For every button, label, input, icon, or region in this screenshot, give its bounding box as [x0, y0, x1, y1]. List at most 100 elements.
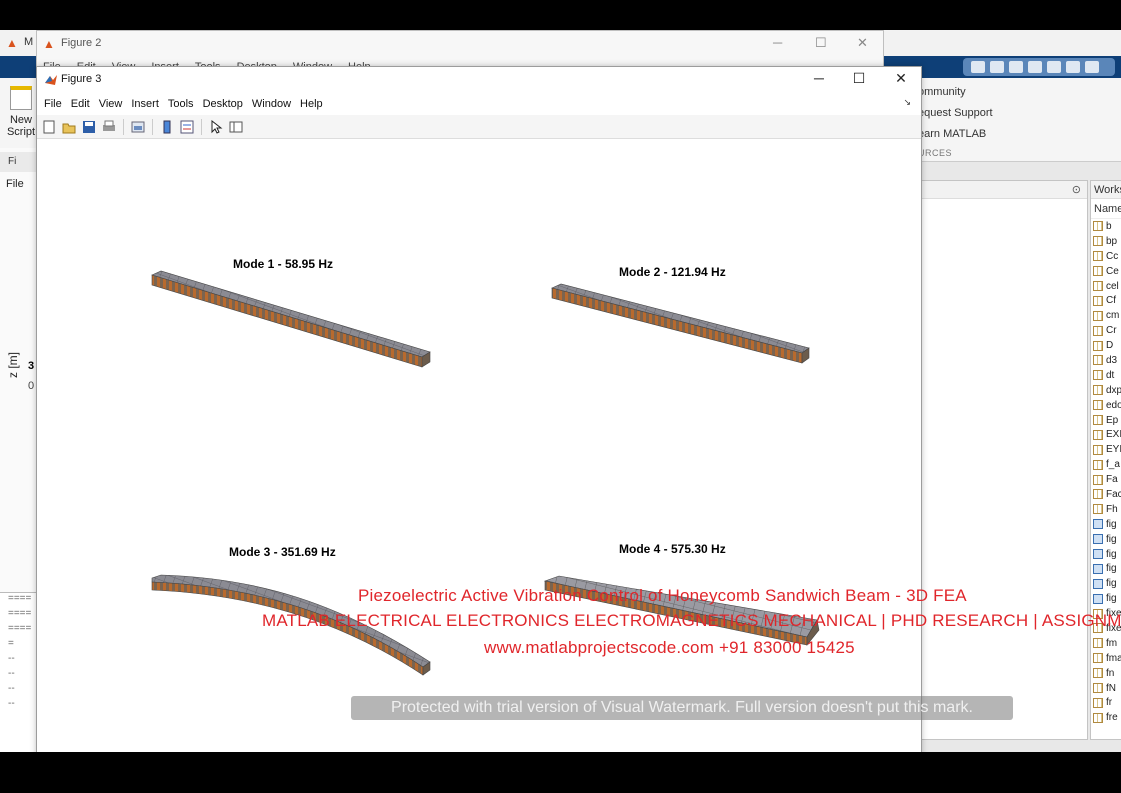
workspace-variable[interactable]: fig: [1091, 561, 1121, 576]
workspace-variable[interactable]: Cf: [1091, 293, 1121, 308]
qat-copy-icon[interactable]: [990, 61, 1004, 73]
menu-help[interactable]: Help: [297, 98, 327, 110]
workspace-variable-name: fma: [1106, 652, 1121, 664]
workspace-variable[interactable]: fr: [1091, 696, 1121, 711]
qat-layout-icon[interactable]: [1047, 61, 1061, 73]
matlab-left-panel: Fi File 3 0 z [m] ==== ==== ==== = -- --…: [0, 148, 38, 752]
workspace-variable[interactable]: Ep: [1091, 413, 1121, 428]
workspace-variable[interactable]: EYI: [1091, 442, 1121, 457]
workspace-variable[interactable]: Fh: [1091, 502, 1121, 517]
workspace-variable[interactable]: cm: [1091, 308, 1121, 323]
property-inspector-icon[interactable]: [228, 119, 244, 135]
workspace-variable[interactable]: edo: [1091, 398, 1121, 413]
figure-canvas[interactable]: Mode 1 - 58.95 Hz Mode 2 - 121.94 Hz Mod…: [37, 140, 921, 752]
workspace-variable[interactable]: Cr: [1091, 323, 1121, 338]
new-figure-icon[interactable]: [41, 119, 57, 135]
qat-settings-icon[interactable]: [1085, 61, 1099, 73]
workspace-variable[interactable]: fN: [1091, 681, 1121, 696]
workspace-variable-name: fN: [1106, 682, 1116, 694]
menu-desktop[interactable]: Desktop: [200, 98, 247, 110]
command-line: --: [8, 683, 15, 694]
workspace-variable-name: fig: [1106, 533, 1117, 545]
figure-3-titlebar[interactable]: Figure 3 ─ ☐ ✕: [37, 67, 921, 93]
workspace-variable[interactable]: d3: [1091, 353, 1121, 368]
menu-window[interactable]: Window: [249, 98, 295, 110]
workspace-variable[interactable]: fig: [1091, 532, 1121, 547]
fig2-maximize-icon[interactable]: ☐: [815, 35, 827, 51]
qat-redo-icon[interactable]: [1028, 61, 1042, 73]
link-plot-icon[interactable]: [130, 119, 146, 135]
panel-options-icon[interactable]: ⊙: [1072, 183, 1081, 196]
screen: ▲ M New Script ommunity equest Support e…: [0, 30, 1121, 752]
workspace-variable[interactable]: D: [1091, 338, 1121, 353]
watermark-line-1: Piezoelectric Active Vibration Control o…: [358, 586, 967, 605]
workspace-variable[interactable]: fma: [1091, 651, 1121, 666]
figure-variable-icon: [1093, 593, 1103, 604]
edit-plot-icon[interactable]: [208, 119, 224, 135]
fig2-minimize-icon[interactable]: ─: [773, 35, 782, 50]
workspace-variable[interactable]: f_a: [1091, 457, 1121, 472]
workspace-variable[interactable]: cel: [1091, 279, 1121, 294]
workspace-variable-name: EXI: [1106, 429, 1121, 441]
insert-legend-icon[interactable]: [179, 119, 195, 135]
matrix-variable-icon: [1093, 668, 1103, 679]
fig2-close-icon[interactable]: ✕: [857, 35, 868, 51]
workspace-variable[interactable]: dxp: [1091, 383, 1121, 398]
editor-panel: ⊙: [920, 180, 1088, 740]
workspace-variable[interactable]: EXI: [1091, 427, 1121, 442]
new-script-label-2: Script: [6, 126, 36, 138]
quick-access-toolbar[interactable]: [963, 58, 1115, 76]
matlab-figure-icon: [45, 75, 57, 85]
workspace-variable[interactable]: fig: [1091, 547, 1121, 562]
request-support-link[interactable]: equest Support: [918, 107, 993, 119]
mode-1-beam: [151, 270, 431, 368]
menu-insert[interactable]: Insert: [128, 98, 163, 110]
command-window[interactable]: ==== ==== ==== = -- -- -- --: [0, 592, 38, 752]
menubar-expand-icon[interactable]: ↘: [900, 97, 915, 108]
toolbar-separator: [152, 118, 153, 135]
close-icon[interactable]: ✕: [883, 70, 919, 90]
qat-help-icon[interactable]: [1066, 61, 1080, 73]
workspace-variable[interactable]: fre: [1091, 710, 1121, 725]
workspace-variable[interactable]: Cc: [1091, 249, 1121, 264]
workspace-variable[interactable]: Fa: [1091, 472, 1121, 487]
matrix-variable-icon: [1093, 444, 1103, 455]
figure-3-menubar: File Edit View Insert Tools Desktop Wind…: [37, 93, 921, 115]
menu-file[interactable]: File: [41, 98, 66, 110]
workspace-title: Works: [1091, 181, 1121, 199]
workspace-variable[interactable]: Ce: [1091, 264, 1121, 279]
workspace-variable[interactable]: dt: [1091, 368, 1121, 383]
figure-tab[interactable]: Fi: [0, 152, 38, 172]
learn-matlab-link[interactable]: earn MATLAB: [918, 128, 986, 140]
workspace-variable[interactable]: fig: [1091, 576, 1121, 591]
workspace-variable[interactable]: fn: [1091, 666, 1121, 681]
command-line: --: [8, 653, 15, 664]
workspace-variable[interactable]: b: [1091, 219, 1121, 234]
toolbar-separator: [201, 118, 202, 135]
menu-tools[interactable]: Tools: [165, 98, 198, 110]
workspace-variable[interactable]: bp: [1091, 234, 1121, 249]
matrix-variable-icon: [1093, 325, 1103, 336]
new-script-button[interactable]: New Script: [6, 86, 36, 138]
maximize-icon[interactable]: ☐: [841, 70, 877, 90]
minimize-icon[interactable]: ─: [801, 70, 837, 90]
menu-edit[interactable]: Edit: [68, 98, 94, 110]
workspace-column-name[interactable]: Name: [1091, 199, 1121, 219]
save-icon[interactable]: [81, 119, 97, 135]
matrix-variable-icon: [1093, 459, 1103, 470]
command-line: =: [8, 638, 14, 649]
print-icon[interactable]: [101, 119, 117, 135]
command-line: --: [8, 698, 15, 709]
qat-undo-icon[interactable]: [1009, 61, 1023, 73]
left-file-menu[interactable]: File: [6, 178, 24, 190]
workspace-variable[interactable]: fig: [1091, 591, 1121, 606]
workspace-variable[interactable]: fig: [1091, 517, 1121, 532]
insert-colorbar-icon[interactable]: [159, 119, 175, 135]
community-link[interactable]: ommunity: [918, 86, 966, 98]
workspace-variable[interactable]: Fac: [1091, 487, 1121, 502]
workspace-variable[interactable]: fm: [1091, 636, 1121, 651]
qat-cut-icon[interactable]: [971, 61, 985, 73]
menu-view[interactable]: View: [96, 98, 127, 110]
workspace-panel: Works Name b bp Cc Ce cel Cf cm Cr Dd3 dt dxp edo Ep…: [1090, 180, 1121, 740]
open-file-icon[interactable]: [61, 119, 77, 135]
